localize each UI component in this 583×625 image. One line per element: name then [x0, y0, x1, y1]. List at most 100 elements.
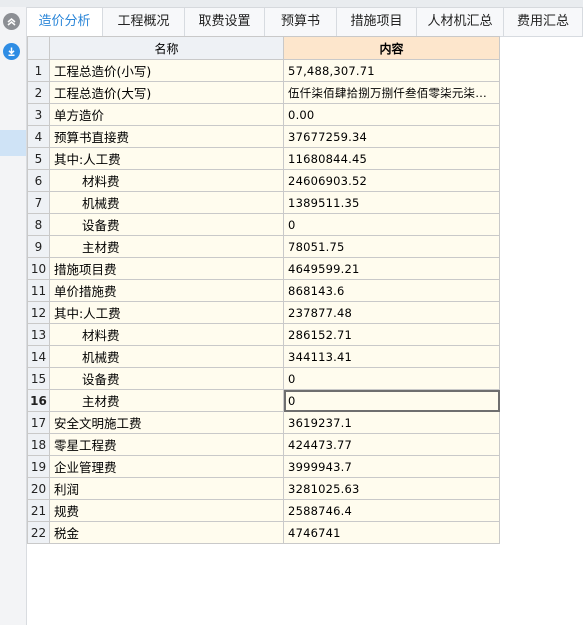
cell-name[interactable]: 材料费	[48, 169, 285, 192]
tab-project-overview[interactable]: 工程概况	[103, 8, 185, 36]
row-index[interactable]: 9	[27, 235, 50, 258]
row-index[interactable]: 4	[27, 125, 50, 148]
table-row[interactable]: 19 企业管理费 3999943.7	[27, 455, 500, 478]
cell-name[interactable]: 设备费	[48, 367, 285, 390]
cell-name[interactable]: 企业管理费	[48, 455, 285, 478]
cell-name[interactable]: 利润	[48, 477, 285, 500]
cell-name[interactable]: 规费	[48, 499, 285, 522]
row-index[interactable]: 20	[27, 477, 50, 500]
cell-name[interactable]: 零星工程费	[48, 433, 285, 456]
cell-content[interactable]: 4649599.21	[283, 257, 500, 280]
tab-fee-summary[interactable]: 费用汇总	[504, 8, 583, 36]
cell-content[interactable]: 0	[283, 389, 500, 412]
table-row[interactable]: 10 措施项目费 4649599.21	[27, 257, 500, 280]
table-row[interactable]: 20 利润 3281025.63	[27, 477, 500, 500]
cell-name[interactable]: 机械费	[48, 345, 285, 368]
table-row[interactable]: 4 预算书直接费 37677259.34	[27, 125, 500, 148]
cell-content[interactable]: 424473.77	[283, 433, 500, 456]
cell-content[interactable]: 伍仟柒佰肆拾捌万捌仟叁佰零柒元柒…	[283, 81, 500, 104]
tab-measures[interactable]: 措施项目	[337, 8, 417, 36]
row-index[interactable]: 10	[27, 257, 50, 280]
table-row[interactable]: 3 单方造价 0.00	[27, 103, 500, 126]
cell-name[interactable]: 机械费	[48, 191, 285, 214]
collapse-up-icon[interactable]	[3, 13, 20, 30]
cell-name[interactable]: 主材费	[48, 389, 285, 412]
cell-content[interactable]: 344113.41	[283, 345, 500, 368]
cell-content[interactable]: 868143.6	[283, 279, 500, 302]
cell-content[interactable]: 24606903.52	[283, 169, 500, 192]
table-row[interactable]: 13 材料费 286152.71	[27, 323, 500, 346]
row-index[interactable]: 1	[27, 59, 50, 82]
row-index[interactable]: 17	[27, 411, 50, 434]
table-row[interactable]: 11 单价措施费 868143.6	[27, 279, 500, 302]
cell-name[interactable]: 其中:人工费	[48, 147, 285, 170]
download-icon[interactable]	[3, 43, 20, 60]
cell-content[interactable]: 286152.71	[283, 323, 500, 346]
cell-name[interactable]: 税金	[48, 521, 285, 544]
table-row[interactable]: 17 安全文明施工费 3619237.1	[27, 411, 500, 434]
row-index[interactable]: 8	[27, 213, 50, 236]
table-row[interactable]: 14 机械费 344113.41	[27, 345, 500, 368]
table-row[interactable]: 1 工程总造价(小写) 57,488,307.71	[27, 59, 500, 82]
cell-name[interactable]: 单方造价	[48, 103, 285, 126]
row-index[interactable]: 2	[27, 81, 50, 104]
tab-labor-material-machine-summary[interactable]: 人材机汇总	[417, 8, 504, 36]
row-index[interactable]: 5	[27, 147, 50, 170]
row-index[interactable]: 15	[27, 367, 50, 390]
cell-content[interactable]: 3281025.63	[283, 477, 500, 500]
cell-content[interactable]: 37677259.34	[283, 125, 500, 148]
cell-name[interactable]: 预算书直接费	[48, 125, 285, 148]
table-row[interactable]: 16 主材费 0	[27, 389, 500, 412]
cell-content[interactable]: 11680844.45	[283, 147, 500, 170]
cell-name[interactable]: 单价措施费	[48, 279, 285, 302]
table-row[interactable]: 9 主材费 78051.75	[27, 235, 500, 258]
cell-content[interactable]: 3619237.1	[283, 411, 500, 434]
table-row[interactable]: 15 设备费 0	[27, 367, 500, 390]
table-row[interactable]: 8 设备费 0	[27, 213, 500, 236]
cell-content[interactable]: 0	[283, 213, 500, 236]
row-index[interactable]: 11	[27, 279, 50, 302]
table-row[interactable]: 21 规费 2588746.4	[27, 499, 500, 522]
cell-name[interactable]: 材料费	[48, 323, 285, 346]
cell-name[interactable]: 其中:人工费	[48, 301, 285, 324]
header-name[interactable]: 名称	[48, 36, 285, 60]
cell-content[interactable]: 237877.48	[283, 301, 500, 324]
row-index[interactable]: 22	[27, 521, 50, 544]
row-index[interactable]: 7	[27, 191, 50, 214]
cell-content[interactable]: 0.00	[283, 103, 500, 126]
row-index[interactable]: 19	[27, 455, 50, 478]
cell-name[interactable]: 安全文明施工费	[48, 411, 285, 434]
header-content[interactable]: 内容	[283, 36, 500, 60]
cell-name[interactable]: 工程总造价(大写)	[48, 81, 285, 104]
table-row[interactable]: 5 其中:人工费 11680844.45	[27, 147, 500, 170]
cell-content[interactable]: 1389511.35	[283, 191, 500, 214]
cell-content[interactable]: 78051.75	[283, 235, 500, 258]
cell-name[interactable]: 措施项目费	[48, 257, 285, 280]
table-row[interactable]: 6 材料费 24606903.52	[27, 169, 500, 192]
row-index[interactable]: 21	[27, 499, 50, 522]
table-row[interactable]: 18 零星工程费 424473.77	[27, 433, 500, 456]
row-index[interactable]: 12	[27, 301, 50, 324]
left-panel-selected-slot[interactable]	[0, 130, 26, 156]
cell-content[interactable]: 57,488,307.71	[283, 59, 500, 82]
cell-name[interactable]: 工程总造价(小写)	[48, 59, 285, 82]
table-row[interactable]: 12 其中:人工费 237877.48	[27, 301, 500, 324]
tab-fee-settings[interactable]: 取费设置	[185, 8, 265, 36]
cell-name[interactable]: 设备费	[48, 213, 285, 236]
row-index[interactable]: 13	[27, 323, 50, 346]
cell-content[interactable]: 3999943.7	[283, 455, 500, 478]
cell-name[interactable]: 主材费	[48, 235, 285, 258]
row-index[interactable]: 6	[27, 169, 50, 192]
table-row[interactable]: 2 工程总造价(大写) 伍仟柒佰肆拾捌万捌仟叁佰零柒元柒…	[27, 81, 500, 104]
row-index[interactable]: 18	[27, 433, 50, 456]
tab-cost-analysis[interactable]: 造价分析	[27, 8, 103, 37]
cell-content[interactable]: 4746741	[283, 521, 500, 544]
tab-budget-book[interactable]: 预算书	[265, 8, 337, 36]
table-row[interactable]: 22 税金 4746741	[27, 521, 500, 544]
table-row[interactable]: 7 机械费 1389511.35	[27, 191, 500, 214]
cell-content[interactable]: 2588746.4	[283, 499, 500, 522]
row-index[interactable]: 14	[27, 345, 50, 368]
cell-content[interactable]: 0	[283, 367, 500, 390]
row-index[interactable]: 16	[27, 389, 50, 412]
row-index[interactable]: 3	[27, 103, 50, 126]
